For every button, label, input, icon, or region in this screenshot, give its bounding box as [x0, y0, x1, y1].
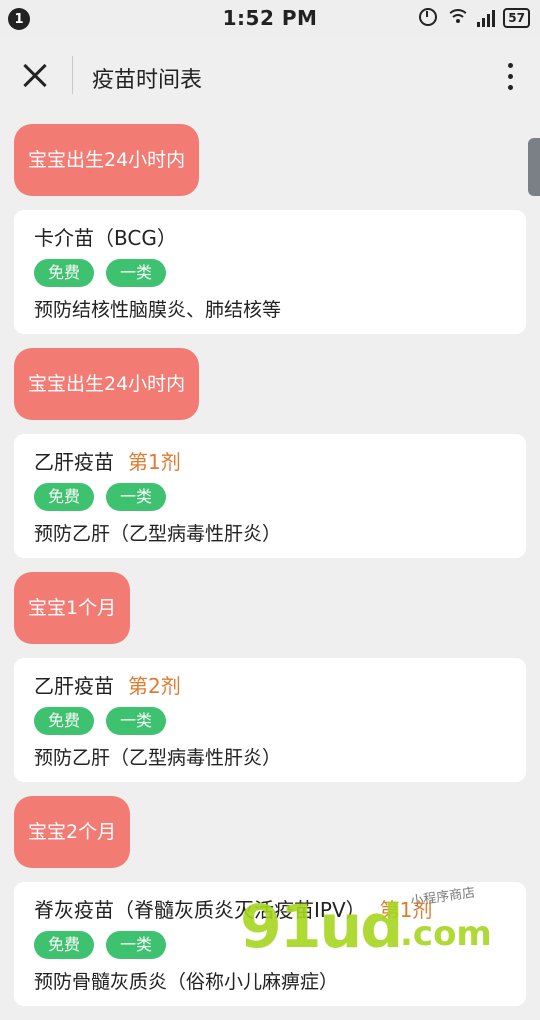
- age-tag: 宝宝1个月: [14, 572, 130, 644]
- schedule-section: 宝宝1个月 乙肝疫苗 第2剂 免费 一类 预防乙肝（乙型病毒性肝炎）: [14, 572, 526, 782]
- schedule-section: 宝宝出生24小时内 乙肝疫苗 第1剂 免费 一类 预防乙肝（乙型病毒性肝炎）: [14, 348, 526, 558]
- nav-header: 疫苗时间表: [0, 38, 540, 112]
- age-tag: 宝宝出生24小时内: [14, 124, 199, 196]
- vaccine-name: 乙肝疫苗: [34, 446, 114, 475]
- close-icon[interactable]: [18, 58, 54, 94]
- battery-icon: 57: [503, 8, 530, 28]
- alarm-icon: [419, 8, 439, 28]
- page-title: 疫苗时间表: [92, 62, 202, 94]
- watermark-brand: 91ud: [240, 892, 401, 962]
- vaccine-card[interactable]: 卡介苗（BCG） 免费 一类 预防结核性脑膜炎、肺结核等: [14, 210, 526, 334]
- watermark-tagline: 小程序商店: [409, 882, 476, 910]
- vaccine-description: 预防乙肝（乙型病毒性肝炎）: [34, 743, 506, 770]
- wifi-icon: [447, 9, 469, 27]
- class-badge: 一类: [106, 707, 166, 735]
- watermark-tld: .com: [400, 914, 492, 954]
- vaccine-name: 乙肝疫苗: [34, 670, 114, 699]
- header-divider: [72, 56, 73, 94]
- free-badge: 免费: [34, 483, 94, 511]
- watermark-logo: 小程序商店 91ud .com: [240, 886, 520, 956]
- battery-level: 57: [508, 11, 525, 25]
- free-badge: 免费: [34, 707, 94, 735]
- scroll-handle[interactable]: [528, 138, 540, 196]
- status-bar: 1 1:52 PM 57: [0, 0, 540, 38]
- class-badge: 一类: [106, 931, 166, 959]
- vaccine-card[interactable]: 乙肝疫苗 第1剂 免费 一类 预防乙肝（乙型病毒性肝炎）: [14, 434, 526, 558]
- vaccine-card[interactable]: 乙肝疫苗 第2剂 免费 一类 预防乙肝（乙型病毒性肝炎）: [14, 658, 526, 782]
- dose-label: 第1剂: [128, 446, 181, 475]
- vaccine-description: 预防乙肝（乙型病毒性肝炎）: [34, 519, 506, 546]
- vaccine-description: 预防结核性脑膜炎、肺结核等: [34, 295, 506, 322]
- schedule-section: 宝宝出生24小时内 卡介苗（BCG） 免费 一类 预防结核性脑膜炎、肺结核等: [14, 124, 526, 334]
- free-badge: 免费: [34, 931, 94, 959]
- vaccine-name: 卡介苗（BCG）: [34, 222, 177, 251]
- class-badge: 一类: [106, 259, 166, 287]
- status-icons: 57: [419, 8, 530, 28]
- age-tag: 宝宝出生24小时内: [14, 348, 199, 420]
- dose-label: 第2剂: [128, 670, 181, 699]
- free-badge: 免费: [34, 259, 94, 287]
- age-tag: 宝宝2个月: [14, 796, 130, 868]
- class-badge: 一类: [106, 483, 166, 511]
- vaccine-description: 预防骨髓灰质炎（俗称小儿麻痹症）: [34, 967, 506, 994]
- signal-icon: [477, 9, 495, 27]
- more-options-icon[interactable]: [506, 60, 514, 92]
